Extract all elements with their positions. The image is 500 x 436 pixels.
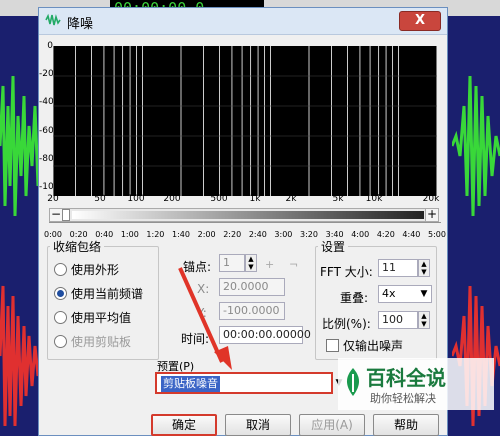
timeline-tick-label: 3:20 [300,230,318,239]
y-label: Y: [197,306,207,320]
radio-dot [54,335,67,348]
x-field[interactable]: 20.0000 [219,278,285,296]
y-tick-label: -20 [39,69,54,79]
add-anchor-icon[interactable]: + [265,258,274,271]
watermark: 百科全说 助你轻松解决 [338,358,494,410]
timeline-ticks [49,222,441,223]
fft-size-label: FFT 大小: [320,265,373,279]
timeline-tick-label: 2:00 [197,230,216,239]
timeline-tick-label: 1:00 [120,230,139,239]
scroll-track[interactable] [72,211,424,219]
x-tick-label: 1k [249,194,261,204]
timeline-tick-label: 3:00 [274,230,293,239]
radio-use-clipboard[interactable]: 使用剪贴板 [54,333,131,350]
x-tick-label: 20k [422,194,440,204]
timeline-tick-label: 2:20 [223,230,242,239]
fft-size-field[interactable]: 11 [378,259,418,277]
zoom-in-button[interactable]: + [425,208,438,221]
time-field[interactable]: 00:00:00.00000 [219,326,311,344]
y-tick-label: -40 [39,97,54,107]
graph-x-axis: 20 50 100 200 500 1k 2k 5k 10k 20k [47,194,440,208]
radio-dot [54,263,67,276]
time-label: 时间: [181,332,210,346]
timeline-tick-label: 5:00 [428,230,446,239]
x-tick-label: 500 [210,194,228,204]
timeline-tick-label: 1:40 [172,230,190,239]
timeline-tick-label: 4:40 [402,230,421,239]
ok-button[interactable]: 确定 [151,414,217,436]
x-tick-label: 50 [94,194,106,204]
overlap-label: 重叠: [340,291,369,305]
close-button[interactable]: X [399,11,441,31]
timeline-tick-label: 2:40 [248,230,267,239]
x-label: X: [197,282,210,296]
y-tick-label: 0 [47,41,53,51]
radio-use-current-spectrum[interactable]: 使用当前频谱 [54,285,143,302]
remove-anchor-icon[interactable]: ¬ [289,258,298,271]
ratio-field[interactable]: 100 [378,311,418,329]
y-tick-label: -100 [39,182,60,192]
radio-use-average[interactable]: 使用平均值 [54,309,131,326]
watermark-title: 百科全说 [366,366,446,390]
x-tick-label: 10k [365,194,383,204]
x-tick-label: 5k [332,194,344,204]
ratio-label: 比例(%): [322,317,371,331]
red-waveform [452,285,500,427]
checkbox-box [326,339,339,352]
scroll-thumb[interactable] [62,209,70,221]
chevron-down-icon: ▼ [420,289,428,299]
fft-size-spinner[interactable]: ▲ ▼ [418,259,430,277]
help-button[interactable]: 帮助 [373,414,439,436]
x-tick-label: 20 [47,194,59,204]
watermark-subtitle: 助你轻松解决 [370,392,436,405]
preset-value: 剪贴板噪音 [161,376,220,392]
anchor-spinner[interactable]: ▲ ▼ [245,254,257,272]
apply-button[interactable]: 应用(A) [299,414,365,436]
radio-use-shape[interactable]: 使用外形 [54,261,119,278]
y-field[interactable]: -100.0000 [219,302,285,320]
timeline-tick-label: 4:20 [376,230,395,239]
timeline-tick-label: 1:20 [146,230,165,239]
envelope-group: 收缩包络 使用外形 使用当前频谱 使用平均值 使用剪贴板 [47,238,159,360]
timeline-tick-label: 4:00 [351,230,370,239]
preset-combobox[interactable]: 剪贴板噪音 [155,372,333,394]
settings-group: 设置 FFT 大小: 11 ▲ ▼ 重叠: 4x ▼ 比例(%): 100 ▲ ▼ 仅… [315,238,437,360]
anchor-field[interactable]: 1 [219,254,245,272]
waveform-app-icon [45,13,61,26]
anchor-label: 锚点: [183,260,212,274]
y-tick-label: -80 [39,154,54,164]
x-tick-label: 200 [163,194,181,204]
zoom-scrollbar[interactable]: − + [49,208,439,222]
cancel-button[interactable]: 取消 [225,414,291,436]
radio-dot-selected [54,287,67,300]
y-tick-label: -60 [39,126,54,136]
noise-profile-graph[interactable] [52,46,438,196]
green-waveform [452,75,500,217]
ratio-spinner[interactable]: ▲ ▼ [418,311,430,329]
x-tick-label: 2k [285,194,297,204]
graph-grid [52,46,438,196]
envelope-group-title: 收缩包络 [50,238,105,255]
x-tick-label: 100 [127,194,145,204]
dialog-title: 降噪 [67,17,94,32]
title-bar[interactable]: 降噪 X [39,8,447,35]
watermark-logo-icon [346,368,360,396]
overlap-select[interactable]: 4x ▼ [378,285,432,303]
timeline-ruler: 0:00 0:20 0:40 1:00 1:20 1:40 2:00 2:20 2:40 3:00… [44,222,446,239]
output-noise-checkbox[interactable]: 仅输出噪声 [326,337,403,354]
settings-group-title: 设置 [318,238,349,255]
radio-dot [54,311,67,324]
